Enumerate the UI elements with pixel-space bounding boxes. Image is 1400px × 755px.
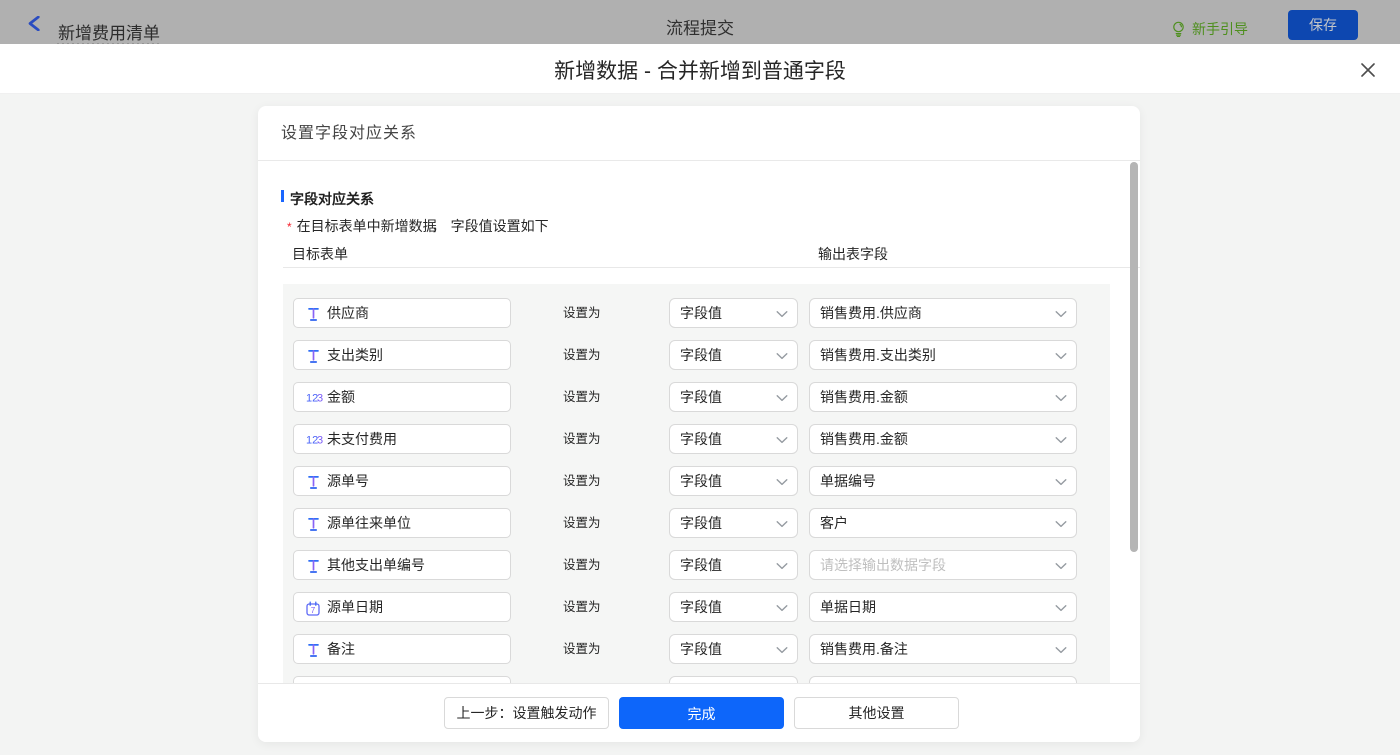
svg-text:3: 3 [317,435,323,447]
svg-text:3: 3 [317,393,323,405]
svg-text:7: 7 [311,606,316,615]
